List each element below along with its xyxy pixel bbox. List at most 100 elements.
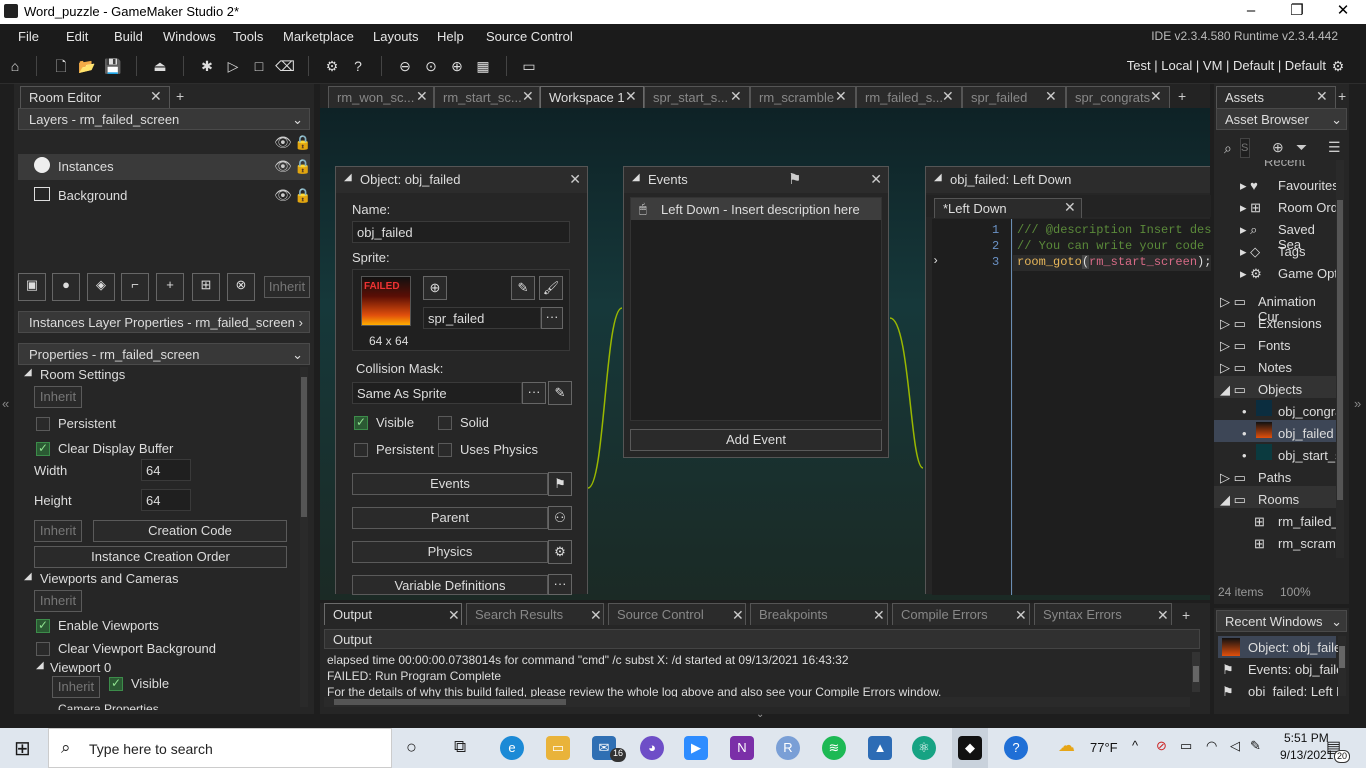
persistent-checkbox[interactable]: [354, 443, 368, 457]
workspace-icon[interactable]: ▦: [472, 55, 494, 77]
asset-tree-item[interactable]: Notes: [1258, 360, 1292, 375]
target-selector[interactable]: Test | Local | VM | Default | Default: [1127, 58, 1326, 73]
asset-tree-item[interactable]: obj_start_s: [1278, 448, 1340, 463]
close-icon[interactable]: ✕: [1150, 88, 1162, 105]
uses-physics-checkbox[interactable]: [438, 443, 452, 457]
inherit-layer-button[interactable]: Inherit: [264, 276, 310, 298]
close-icon[interactable]: ✕: [835, 88, 847, 105]
wifi-icon[interactable]: ◠: [1206, 738, 1217, 754]
physics-button[interactable]: Physics: [352, 541, 548, 563]
collapse-triangle-icon[interactable]: ◢: [36, 660, 44, 671]
asset-tree-item[interactable]: Paths: [1258, 470, 1291, 485]
saved-search-item[interactable]: ▸ ⌕: [1240, 222, 1257, 238]
flag-icon[interactable]: ⚑: [548, 472, 572, 496]
parent-hierarchy-icon[interactable]: ⚇: [548, 506, 572, 530]
gamemaker-taskbar-item[interactable]: ◆: [952, 728, 988, 768]
width-field[interactable]: 64: [141, 459, 191, 481]
edge-icon[interactable]: e: [500, 736, 524, 760]
eye-icon[interactable]: 👁: [274, 158, 292, 175]
menu-layouts[interactable]: Layouts: [373, 29, 419, 44]
clear-display-buffer-checkbox[interactable]: [36, 441, 50, 456]
asset-tree-item[interactable]: Game Opt: [1278, 266, 1338, 281]
close-icon[interactable]: ✕: [569, 171, 581, 188]
close-button[interactable]: ✕: [1320, 0, 1366, 24]
collapse-triangle-icon[interactable]: ◢: [632, 172, 640, 183]
menu-marketplace[interactable]: Marketplace: [283, 29, 354, 44]
menu-build[interactable]: Build: [114, 29, 143, 44]
folder-icon[interactable]: ▷ ▭: [1220, 338, 1246, 354]
battery-icon[interactable]: ▭: [1180, 738, 1192, 754]
edit-sprite-icon[interactable]: ✎: [511, 276, 535, 300]
clean-icon[interactable]: ⌫: [274, 55, 296, 77]
close-icon[interactable]: ✕: [873, 607, 885, 624]
asset-tree-item[interactable]: obj_failed: [1278, 426, 1334, 441]
asset-tree-item[interactable]: obj_congra: [1278, 404, 1340, 419]
menu-edit[interactable]: Edit: [66, 29, 88, 44]
add-instance-layer-icon[interactable]: ●: [52, 273, 80, 301]
tray-chevron-up-icon[interactable]: ^: [1132, 738, 1138, 753]
collapse-triangle-icon[interactable]: ◢: [934, 172, 942, 183]
close-icon[interactable]: ✕: [1157, 607, 1169, 624]
solid-checkbox[interactable]: [438, 416, 452, 430]
filter-icon[interactable]: ⏷: [1296, 139, 1307, 156]
close-icon[interactable]: ✕: [522, 88, 534, 105]
minimize-button[interactable]: –: [1228, 0, 1274, 24]
sprite-more-button[interactable]: ···: [541, 307, 563, 329]
home-icon[interactable]: ⌂: [4, 55, 26, 77]
collapse-triangle-icon[interactable]: ◢: [24, 571, 32, 582]
zoom-reset-icon[interactable]: ⊙: [420, 55, 442, 77]
new-sprite-icon[interactable]: ⊕: [423, 276, 447, 300]
folder-icon[interactable]: ▷ ▭: [1220, 470, 1246, 486]
asset-tree-item[interactable]: Favourites: [1278, 178, 1339, 193]
task-view-icon[interactable]: ⧉: [454, 737, 466, 757]
add-path-layer-icon[interactable]: ⌐: [121, 273, 149, 301]
taskbar-search-box[interactable]: ⌕ Type here to search: [48, 728, 392, 768]
open-project-icon[interactable]: 📂: [76, 55, 98, 77]
edit-mask-icon[interactable]: ✎: [548, 381, 572, 405]
recent-window-item[interactable]: Events: obj_faile: [1248, 662, 1343, 677]
asset-tree-item[interactable]: Recent: [1264, 160, 1305, 169]
asset-tree-item[interactable]: Objects: [1258, 382, 1302, 397]
properties-scrollbar[interactable]: [300, 367, 308, 707]
tab-output[interactable]: Output: [324, 603, 462, 625]
close-icon[interactable]: ✕: [1064, 199, 1076, 216]
window-icon[interactable]: ▭: [518, 55, 540, 77]
inherit-button[interactable]: Inherit: [34, 590, 82, 612]
layer-row-background[interactable]: Background 👁 🔒: [18, 183, 311, 209]
asset-tree-item[interactable]: Fonts: [1258, 338, 1291, 353]
new-project-icon[interactable]: 🗋: [50, 55, 72, 77]
collapse-right-icon[interactable]: »: [1354, 396, 1361, 411]
stop-icon[interactable]: □: [248, 55, 270, 77]
inherit-button[interactable]: Inherit: [52, 676, 100, 698]
favourites-item[interactable]: ▸ ♥: [1240, 178, 1258, 194]
add-folder-icon[interactable]: ⊞: [192, 273, 220, 301]
close-icon[interactable]: ✕: [1045, 88, 1057, 105]
asset-tree-item[interactable]: rm_scram: [1278, 536, 1336, 551]
inherit-button[interactable]: Inherit: [34, 386, 82, 408]
layer-row-instances[interactable]: Instances 👁 🔒: [18, 154, 311, 180]
close-icon[interactable]: ✕: [870, 171, 882, 188]
height-field[interactable]: 64: [141, 489, 191, 511]
weather-icon[interactable]: ☁: [1058, 736, 1075, 756]
close-icon[interactable]: ✕: [416, 88, 428, 105]
lock-icon[interactable]: 🔒: [294, 158, 311, 175]
onenote-icon[interactable]: N: [730, 736, 754, 760]
events-button[interactable]: Events: [352, 473, 548, 495]
add-background-layer-icon[interactable]: ▣: [18, 273, 46, 301]
clock-time[interactable]: 5:51 PM: [1284, 731, 1329, 745]
eye-icon[interactable]: 👁: [274, 134, 292, 151]
add-asset-layer-icon[interactable]: +: [156, 273, 184, 301]
lock-icon[interactable]: 🔒: [294, 187, 311, 204]
inherit-button[interactable]: Inherit: [34, 520, 82, 542]
add-tile-layer-icon[interactable]: ◈: [87, 273, 115, 301]
tags-item[interactable]: ▸ ◇: [1240, 244, 1260, 260]
variable-definitions-button[interactable]: Variable Definitions: [352, 575, 548, 595]
menu-file[interactable]: File: [18, 29, 39, 44]
persistent-checkbox[interactable]: [36, 417, 50, 431]
r-app-icon[interactable]: R: [776, 736, 800, 760]
recent-window-item[interactable]: Object: obj_faile: [1218, 636, 1341, 658]
run-icon[interactable]: ▷: [222, 55, 244, 77]
close-icon[interactable]: ✕: [625, 88, 637, 105]
tab-compile-errors[interactable]: Compile Errors: [892, 603, 1030, 625]
asset-tree-scrollbar[interactable]: [1336, 160, 1344, 558]
